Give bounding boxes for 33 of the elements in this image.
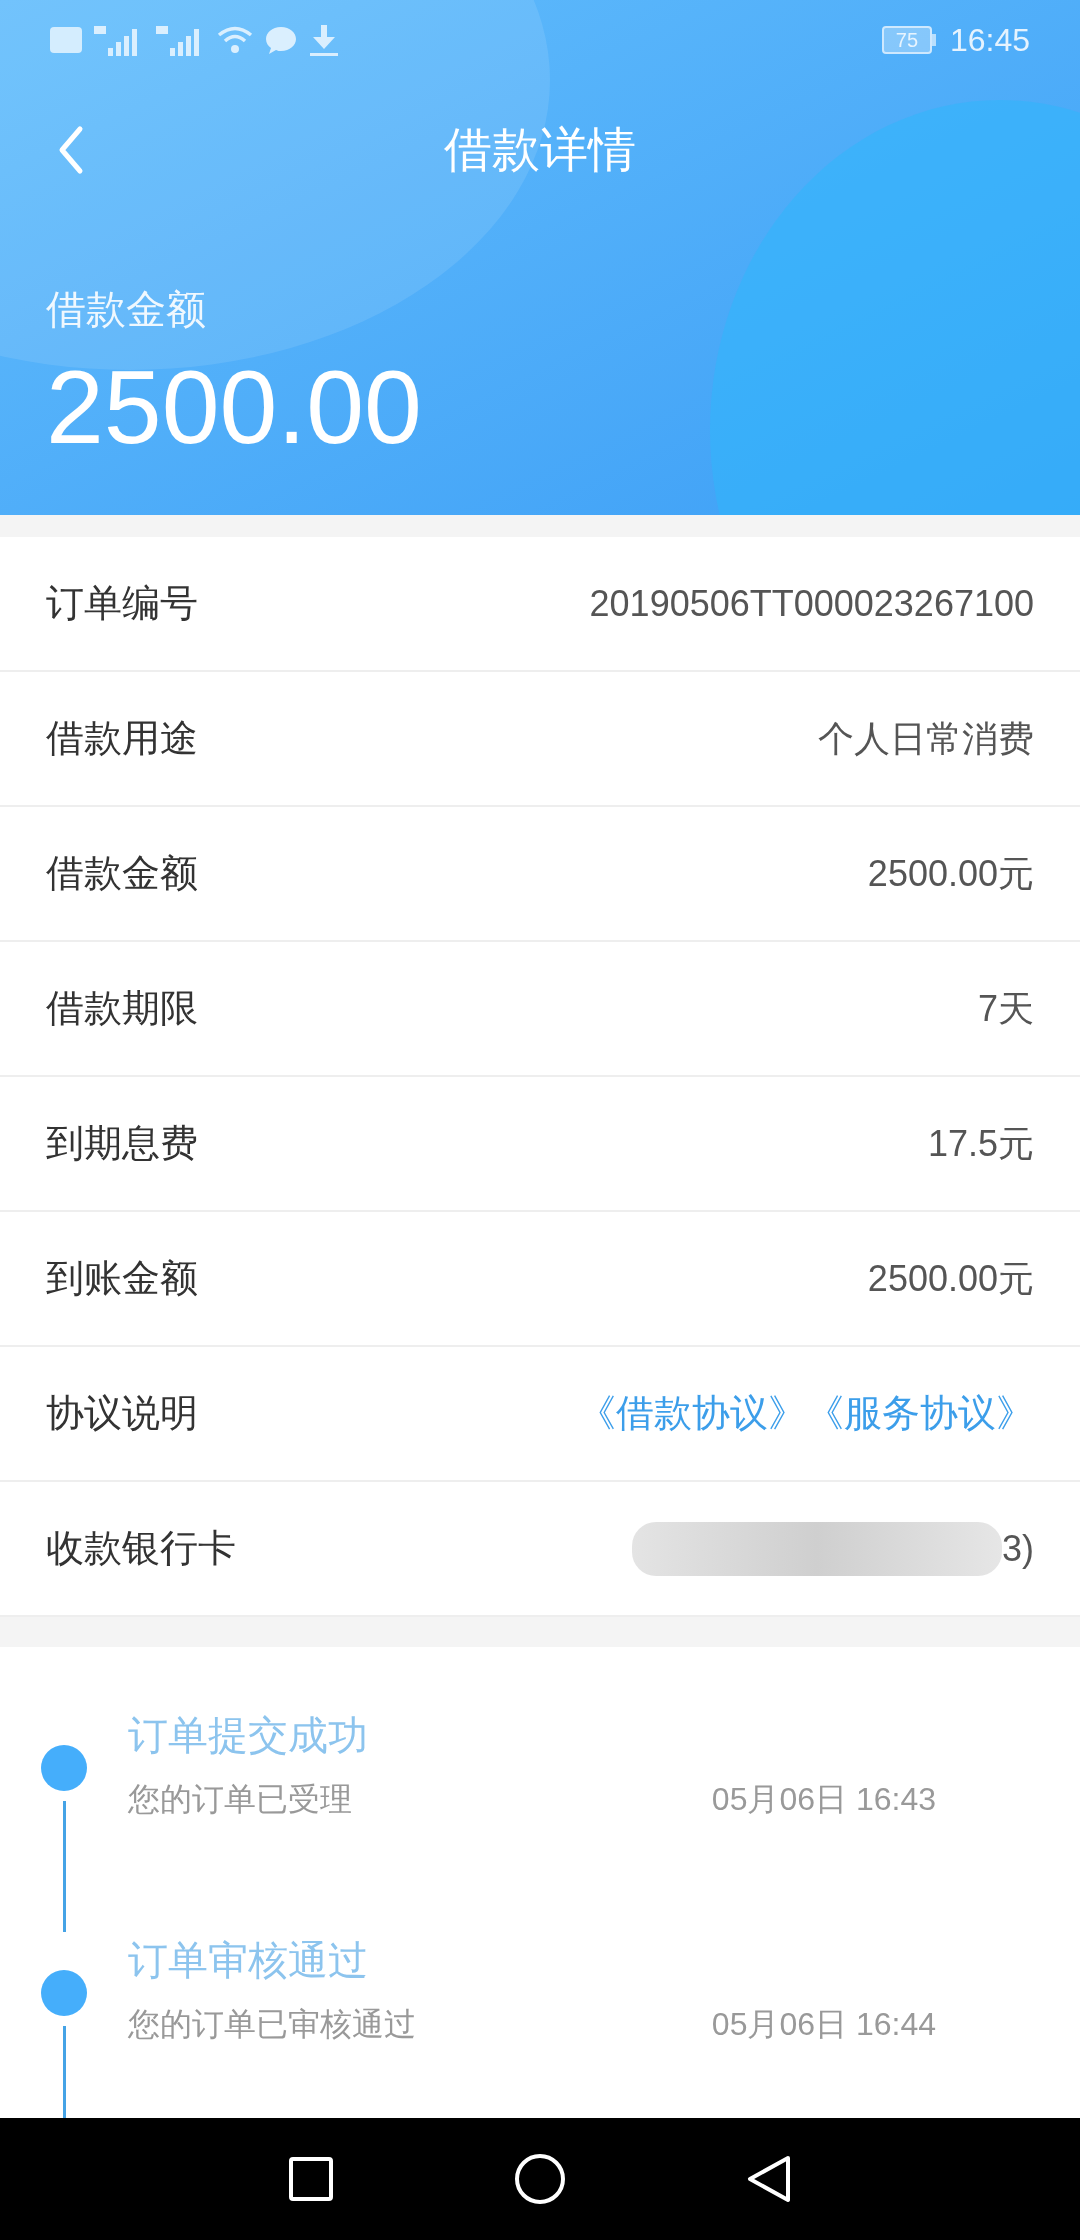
field-label: 借款金额 <box>46 851 198 896</box>
recents-button[interactable] <box>288 2156 334 2202</box>
message-icon <box>264 25 298 55</box>
step-time: 05月06日 16:44 <box>711 2005 936 2044</box>
field-value: 20190506TT000023267100 <box>589 581 1034 626</box>
clock: 16:45 <box>949 21 1030 60</box>
field-value: 3) <box>1002 1526 1034 1571</box>
field-value: 7天 <box>977 986 1034 1031</box>
back-nav-button[interactable] <box>746 2154 792 2204</box>
field-label: 协议说明 <box>46 1391 198 1436</box>
download-icon <box>308 23 340 57</box>
field-label: 到账金额 <box>46 1256 198 1301</box>
field-label: 到期息费 <box>46 1121 198 1166</box>
agreement-link[interactable]: 《借款协议》 <box>578 1385 806 1442</box>
field-label: 借款用途 <box>46 716 198 761</box>
step-detail: 您的订单已审核通过 <box>128 2005 416 2044</box>
step-detail: 您的订单已受理 <box>128 1780 352 1819</box>
field-value: 2500.00元 <box>867 1256 1034 1301</box>
field-label: 借款期限 <box>46 986 198 1031</box>
field-value: 17.5元 <box>927 1121 1034 1166</box>
page-title: 借款详情 <box>444 122 636 178</box>
field-value: 2500.00元 <box>867 851 1034 896</box>
step-title: 订单审核通过 <box>128 1937 369 1984</box>
wifi-icon <box>216 25 254 55</box>
step-time: 05月06日 16:43 <box>711 1780 936 1819</box>
field-label: 订单编号 <box>46 581 198 626</box>
step-title: 订单提交成功 <box>128 1712 369 1759</box>
loan-amount: 2500.00 <box>46 348 423 467</box>
field-value: 个人日常消费 <box>818 716 1034 761</box>
amount-label: 借款金额 <box>46 286 207 333</box>
agreement-link[interactable]: 《服务协议》 <box>806 1385 1034 1442</box>
home-button[interactable] <box>514 2153 566 2205</box>
field-label: 收款银行卡 <box>46 1526 236 1571</box>
